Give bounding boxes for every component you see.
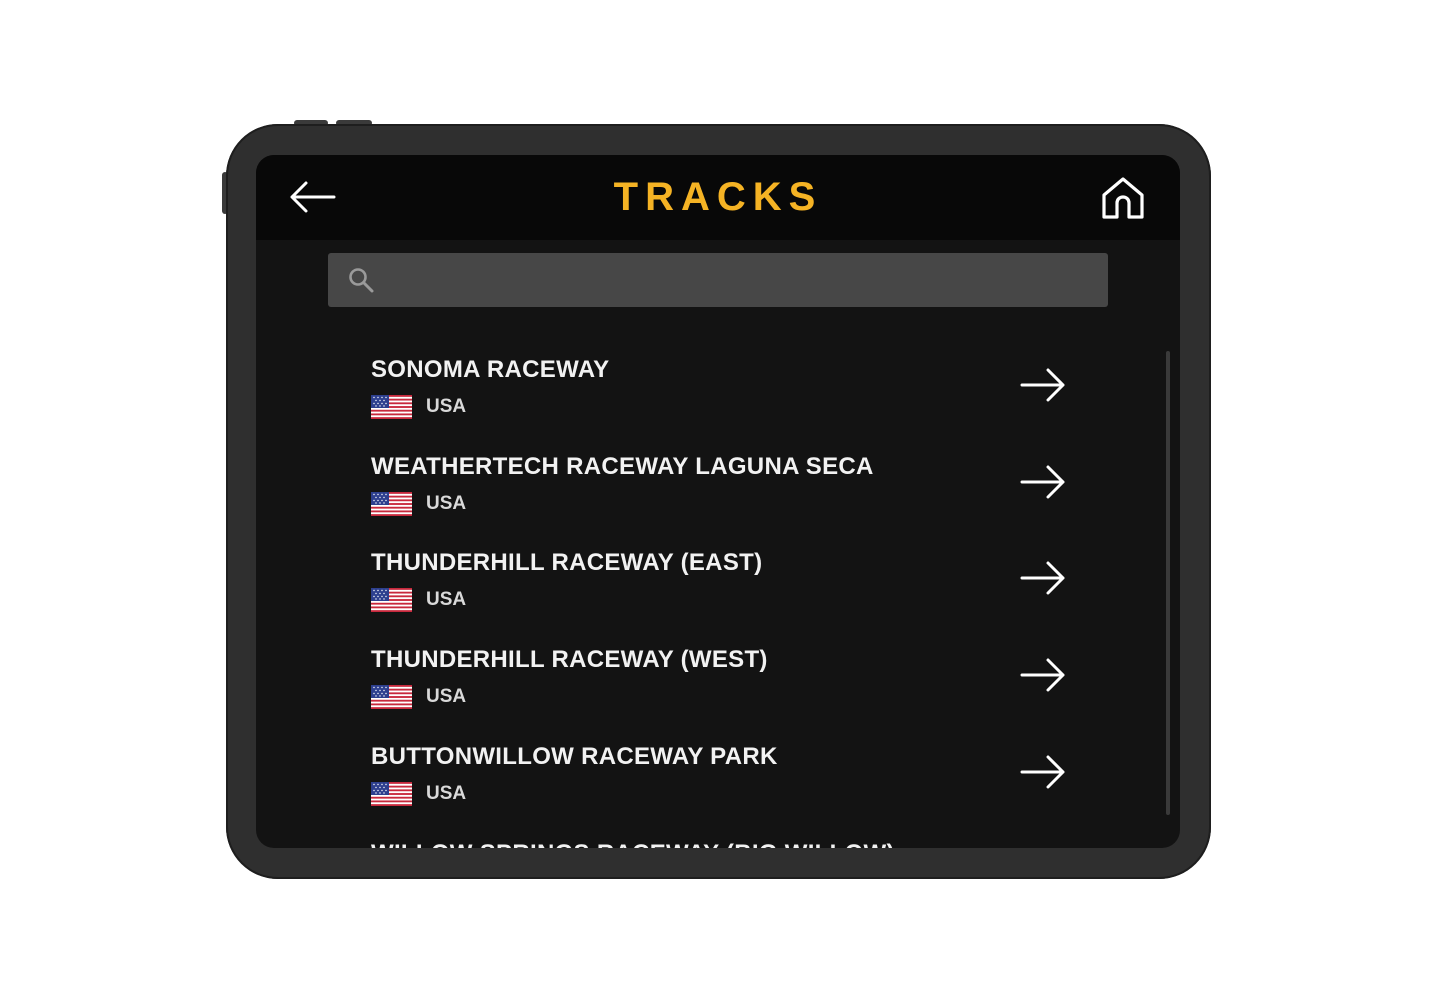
track-name: WILLOW SPRINGS RACEWAY (BIG WILLOW)	[371, 840, 895, 849]
usa-flag-icon	[371, 491, 412, 516]
track-list: SONOMA RACEWAY USA WEATHERTECH RACEWAY LAG…	[256, 335, 1180, 848]
app-header: TRACKS	[256, 155, 1180, 240]
track-list-item[interactable]: WILLOW SPRINGS RACEWAY (BIG WILLOW)USA	[371, 819, 1071, 849]
search-input[interactable]	[386, 253, 1108, 307]
usa-flag-icon	[371, 781, 412, 806]
track-list-item[interactable]: SONOMA RACEWAY USA	[371, 335, 1071, 432]
track-name: SONOMA RACEWAY	[371, 356, 610, 383]
usa-flag-icon	[371, 588, 412, 613]
home-icon	[1102, 177, 1144, 219]
track-name: WEATHERTECH RACEWAY LAGUNA SECA	[371, 452, 874, 480]
track-name: THUNDERHILL RACEWAY (WEST)	[371, 646, 768, 674]
arrow-left-icon	[290, 181, 336, 213]
track-country: USA	[426, 782, 467, 804]
track-list-item[interactable]: BUTTONWILLOW RACEWAY PARK USA	[371, 722, 1071, 819]
search-bar[interactable]	[328, 253, 1108, 307]
track-name: THUNDERHILL RACEWAY (EAST)	[371, 549, 763, 577]
stage: TRACKS SONOMA RACEWAY USA WEATHERTECH RACE…	[0, 0, 1440, 1004]
home-button[interactable]	[1096, 172, 1150, 224]
usa-flag-icon	[371, 685, 412, 710]
track-country: USA	[426, 686, 467, 708]
track-name: BUTTONWILLOW RACEWAY PARK	[371, 742, 778, 770]
tablet-screen: TRACKS SONOMA RACEWAY USA WEATHERTECH RACE…	[256, 155, 1180, 848]
arrow-right-icon[interactable]	[1019, 752, 1067, 792]
track-list-item[interactable]: WEATHERTECH RACEWAY LAGUNA SECA USA	[371, 432, 1071, 529]
search-icon	[349, 268, 374, 293]
arrow-right-icon[interactable]	[1019, 558, 1067, 598]
track-list-scrollbar[interactable]	[1166, 351, 1170, 815]
back-button[interactable]	[286, 175, 338, 219]
track-country: USA	[426, 492, 467, 514]
track-list-item[interactable]: THUNDERHILL RACEWAY (EAST) USA	[371, 528, 1071, 625]
page-title: TRACKS	[613, 175, 823, 219]
arrow-right-icon[interactable]	[1019, 655, 1067, 695]
track-list-item[interactable]: THUNDERHILL RACEWAY (WEST) USA	[371, 625, 1071, 722]
arrow-right-icon[interactable]	[1019, 462, 1067, 502]
arrow-right-icon[interactable]	[1019, 365, 1067, 405]
track-country: USA	[426, 589, 467, 611]
usa-flag-icon	[371, 395, 412, 419]
track-country: USA	[426, 396, 467, 417]
